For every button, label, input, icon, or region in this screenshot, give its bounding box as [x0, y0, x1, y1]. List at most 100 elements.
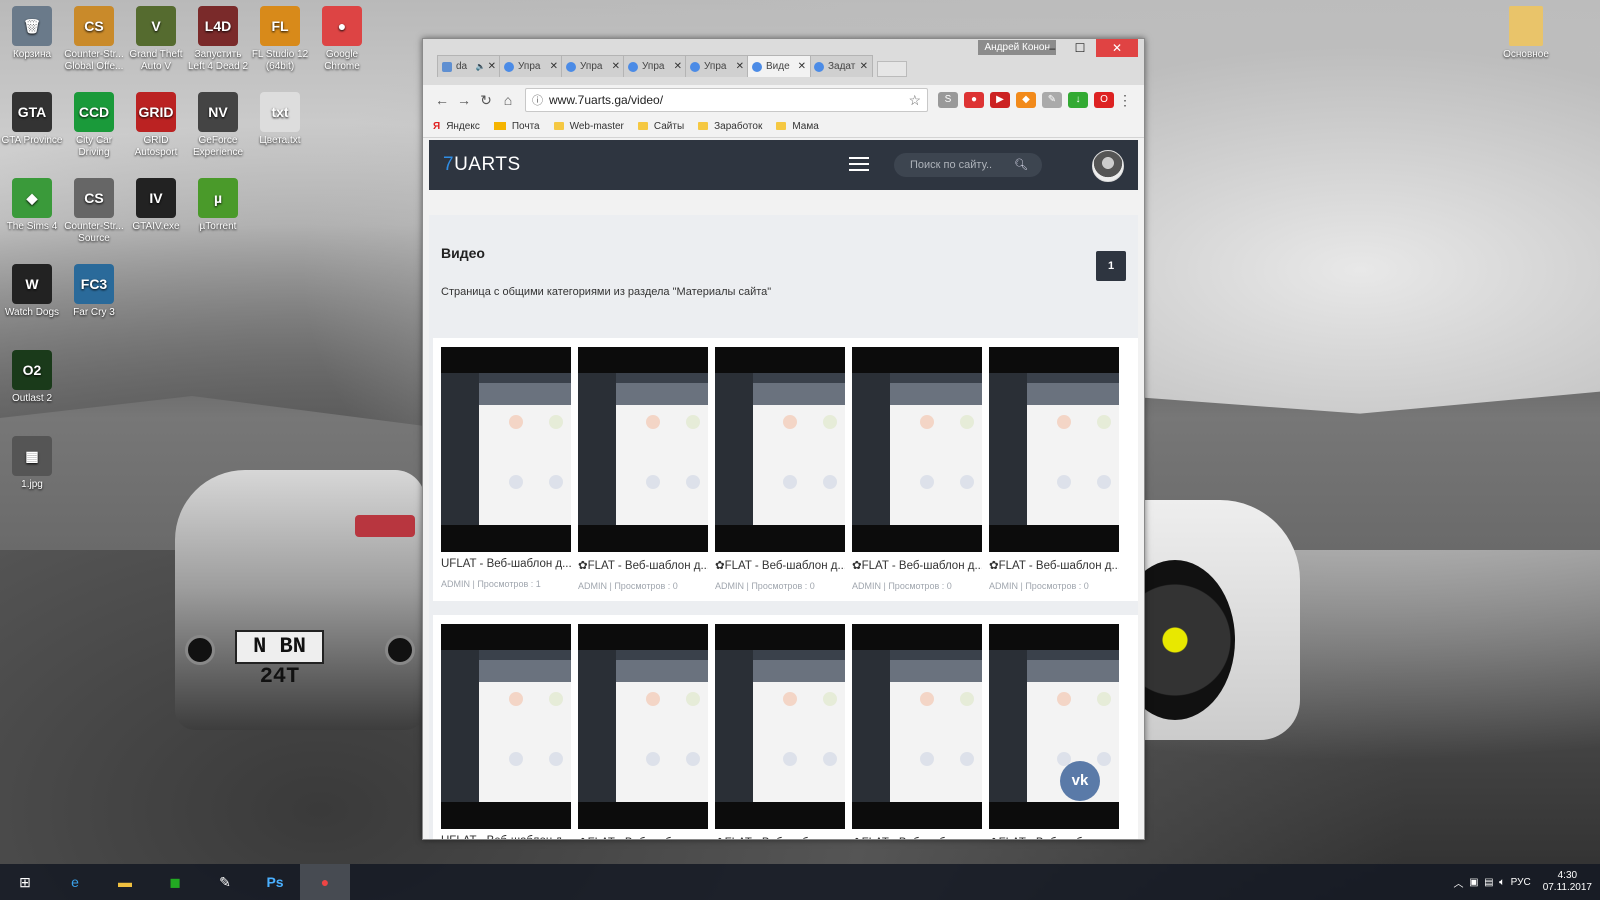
start-button[interactable]: ⊞ — [0, 864, 50, 900]
address-bar[interactable]: ⓘ www.7uarts.ga/video/ ☆ — [525, 88, 928, 112]
desktop-icon[interactable]: W Watch Dogs — [0, 264, 64, 319]
tab-close-icon[interactable]: ✕ — [488, 61, 496, 72]
user-avatar[interactable] — [1092, 150, 1124, 182]
video-card[interactable]: UFLAT - Веб-шаблон д... — [441, 624, 571, 839]
bookmark-item[interactable]: Почта — [493, 121, 540, 132]
desktop-icon[interactable]: CS Counter-Str... Source — [62, 178, 126, 245]
extension-eyedropper-icon[interactable]: ✎ — [1042, 92, 1062, 108]
video-card[interactable]: ✿FLAT - Веб-шаблон д... — [989, 624, 1119, 839]
video-card[interactable]: ✿FLAT - Веб-шаблон д... — [578, 624, 708, 839]
reload-icon[interactable]: ↻ — [475, 92, 497, 109]
extension-download-icon[interactable]: ↓ — [1068, 92, 1088, 108]
browser-tab[interactable]: Упра ✕ — [623, 55, 687, 77]
home-icon[interactable]: ⌂ — [497, 92, 519, 108]
video-title[interactable]: ✿FLAT - Веб-шаблон д... — [852, 558, 982, 572]
language-indicator[interactable]: РУС — [1511, 877, 1531, 888]
ie-icon[interactable]: e — [50, 864, 100, 900]
video-thumbnail[interactable] — [715, 624, 845, 829]
desktop-icon-main[interactable]: Основное — [1494, 6, 1558, 60]
video-card[interactable]: ✿FLAT - Веб-шаблон д... ADMIN | Просмотро… — [715, 347, 845, 591]
tab-close-icon[interactable]: ✕ — [736, 61, 744, 72]
extension-adblock-icon[interactable]: O — [1094, 92, 1114, 108]
bookmark-item[interactable]: Web-master — [553, 121, 624, 132]
tab-close-icon[interactable]: ✕ — [860, 61, 868, 72]
site-search-input[interactable]: Поиск по сайту.. 🔍︎ — [894, 153, 1042, 177]
video-thumbnail[interactable] — [989, 624, 1119, 829]
video-card[interactable]: ✿FLAT - Веб-шаблон д... — [852, 624, 982, 839]
video-thumbnail[interactable] — [578, 624, 708, 829]
video-thumbnail[interactable] — [441, 347, 571, 552]
desktop-icon[interactable]: L4D Запустить Left 4 Dead 2 — [186, 6, 250, 73]
desktop-icon[interactable]: ◆ The Sims 4 — [0, 178, 64, 233]
video-card[interactable]: ✿FLAT - Веб-шаблон д... ADMIN | Просмотро… — [578, 347, 708, 591]
back-icon[interactable]: ← — [431, 92, 453, 108]
video-title[interactable]: UFLAT - Веб-шаблон д... — [441, 558, 571, 570]
extension-lastpass-icon[interactable]: ● — [964, 92, 984, 108]
desktop-icon[interactable]: 🗑 Корзина — [0, 6, 64, 61]
forward-icon[interactable]: → — [453, 92, 475, 108]
tab-audio-icon[interactable]: 🔈 — [476, 62, 486, 71]
desktop-icon[interactable]: V Grand Theft Auto V — [124, 6, 188, 73]
video-title[interactable]: ✿FLAT - Веб-шаблон д... — [578, 558, 708, 572]
video-title[interactable]: ✿FLAT - Веб-шаблон д... — [989, 835, 1119, 839]
video-thumbnail[interactable] — [715, 347, 845, 552]
desktop-icon[interactable]: ● Google Chrome — [310, 6, 374, 73]
desktop-icon[interactable]: NV GeForce Experience — [186, 92, 250, 159]
bookmark-star-icon[interactable]: ☆ — [908, 92, 921, 109]
video-title[interactable]: ✿FLAT - Веб-шаблон д... — [715, 835, 845, 839]
browser-tab[interactable]: Задат ✕ — [809, 55, 873, 77]
tab-close-icon[interactable]: ✕ — [674, 61, 682, 72]
desktop-icon[interactable]: CS Counter-Str... Global Offe... — [62, 6, 126, 73]
desktop-icon[interactable]: GRID GRID Autosport — [124, 92, 188, 159]
video-thumbnail[interactable] — [852, 347, 982, 552]
bookmark-item[interactable]: Сайты — [637, 121, 684, 132]
video-thumbnail[interactable] — [852, 624, 982, 829]
bookmark-item[interactable]: Мама — [776, 121, 819, 132]
browser-tab[interactable]: Виде ✕ — [747, 55, 811, 77]
video-card[interactable]: UFLAT - Веб-шаблон д... ADMIN | Просмотро… — [441, 347, 571, 591]
bookmark-item[interactable]: Я Яндекс — [433, 121, 480, 132]
browser-tab[interactable]: Упра ✕ — [561, 55, 625, 77]
video-card[interactable]: ✿FLAT - Веб-шаблон д... ADMIN | Просмотро… — [989, 347, 1119, 591]
video-title[interactable]: ✿FLAT - Веб-шаблон д... — [989, 558, 1119, 572]
tab-close-icon[interactable]: ✕ — [612, 61, 620, 72]
maximize-button[interactable]: ☐ — [1066, 39, 1094, 57]
info-icon[interactable]: ⓘ — [532, 92, 543, 108]
hamburger-menu-icon[interactable] — [849, 157, 869, 175]
desktop-icon[interactable]: FL FL Studio 12 (64bit) — [248, 6, 312, 73]
desktop-icon[interactable]: CCD City Car Driving — [62, 92, 126, 159]
extension-s-icon[interactable]: S — [938, 92, 958, 108]
photoshop-icon[interactable]: Ps — [250, 864, 300, 900]
site-logo[interactable]: 7UARTS — [443, 154, 521, 176]
browser-tab[interactable]: Упра ✕ — [499, 55, 563, 77]
video-thumbnail[interactable] — [441, 624, 571, 829]
video-card[interactable]: ✿FLAT - Веб-шаблон д... ADMIN | Просмотро… — [852, 347, 982, 591]
menu-kebab-icon[interactable]: ⋮ — [1114, 92, 1136, 109]
volume-icon[interactable]: 🔈︎ — [1499, 877, 1505, 888]
desktop-icon[interactable]: O2 Outlast 2 — [0, 350, 64, 405]
chrome-taskbar-icon[interactable]: ● — [300, 864, 350, 900]
vk-share-button[interactable]: vk — [1060, 761, 1100, 801]
video-thumbnail[interactable] — [989, 347, 1119, 552]
extension-video-icon[interactable]: ▶ — [990, 92, 1010, 108]
clock[interactable]: 4:30 07.11.2017 — [1543, 870, 1592, 894]
desktop-icon[interactable]: GTA GTA Province — [0, 92, 64, 147]
desktop-icon[interactable]: µ µTorrent — [186, 178, 250, 233]
video-title[interactable]: ✿FLAT - Веб-шаблон д... — [852, 835, 982, 839]
search-icon[interactable]: 🔍︎ — [1014, 153, 1028, 177]
browser-tab[interactable]: Упра ✕ — [685, 55, 749, 77]
video-card[interactable]: ✿FLAT - Веб-шаблон д... — [715, 624, 845, 839]
file-explorer-icon[interactable]: ▬ — [100, 864, 150, 900]
bookmark-item[interactable]: Заработок — [698, 121, 762, 132]
tray-app-icon[interactable]: ▣ — [1469, 877, 1478, 888]
tab-close-icon[interactable]: ✕ — [550, 61, 558, 72]
pagination-page-1[interactable]: 1 — [1096, 251, 1126, 281]
paint-icon[interactable]: ✎ — [200, 864, 250, 900]
tab-close-icon[interactable]: ✕ — [798, 61, 806, 72]
video-title[interactable]: ✿FLAT - Веб-шаблон д... — [578, 835, 708, 839]
store-icon[interactable]: ◼ — [150, 864, 200, 900]
browser-tab[interactable]: da 🔈 ✕ — [437, 55, 501, 77]
tray-expand-icon[interactable]: ︿ — [1454, 875, 1464, 890]
desktop-icon[interactable]: IV GTAIV.exe — [124, 178, 188, 233]
video-title[interactable]: UFLAT - Веб-шаблон д... — [441, 835, 571, 839]
